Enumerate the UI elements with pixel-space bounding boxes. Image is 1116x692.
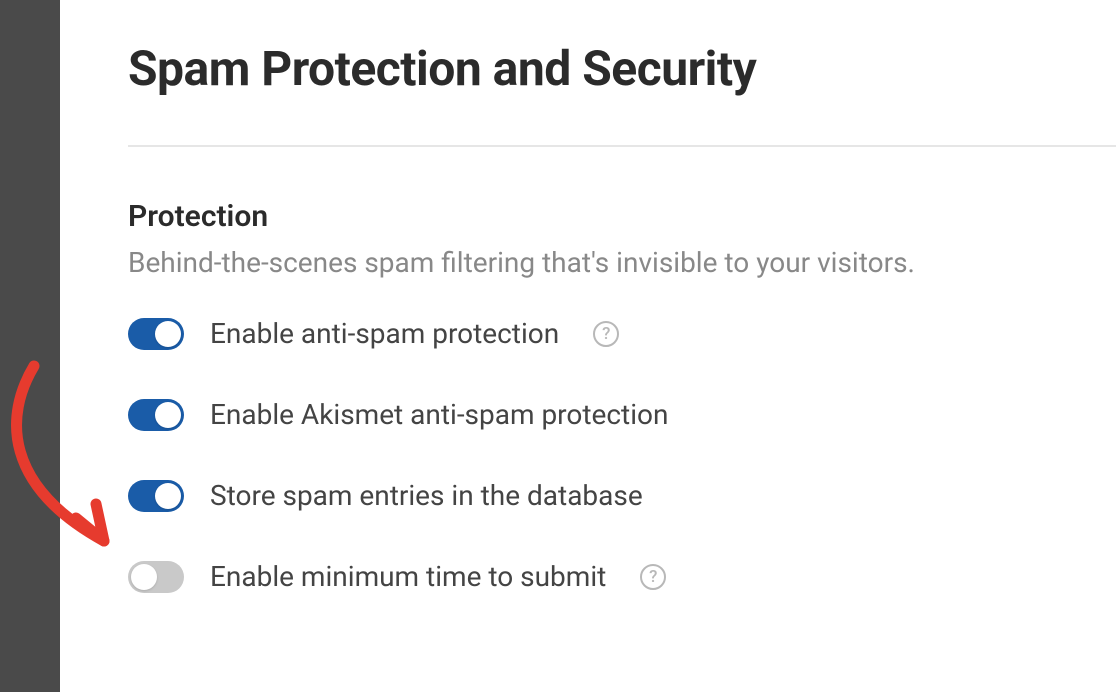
setting-label: Store spam entries in the database [210, 479, 643, 512]
toggle-store-spam[interactable] [128, 480, 184, 512]
toggle-knob [131, 564, 157, 590]
section-title: Protection [128, 199, 1116, 234]
divider [128, 145, 1116, 147]
toggle-anti-spam[interactable] [128, 318, 184, 350]
admin-sidebar-sliver [0, 0, 60, 692]
setting-row-min-time: Enable minimum time to submit ? [128, 560, 1116, 593]
setting-label: Enable Akismet anti-spam protection [210, 398, 668, 431]
setting-label: Enable anti-spam protection [210, 317, 559, 350]
help-icon[interactable]: ? [593, 321, 619, 347]
setting-row-store-spam: Store spam entries in the database [128, 479, 1116, 512]
toggle-akismet[interactable] [128, 399, 184, 431]
page-title: Spam Protection and Security [128, 40, 1116, 97]
setting-label: Enable minimum time to submit [210, 560, 606, 593]
setting-row-akismet: Enable Akismet anti-spam protection [128, 398, 1116, 431]
toggle-knob [155, 402, 181, 428]
section-description: Behind-the-scenes spam filtering that's … [128, 246, 1116, 279]
setting-row-anti-spam: Enable anti-spam protection ? [128, 317, 1116, 350]
toggle-min-time[interactable] [128, 561, 184, 593]
help-icon[interactable]: ? [640, 564, 666, 590]
settings-panel: Spam Protection and Security Protection … [60, 0, 1116, 641]
toggle-knob [155, 321, 181, 347]
toggle-knob [155, 483, 181, 509]
